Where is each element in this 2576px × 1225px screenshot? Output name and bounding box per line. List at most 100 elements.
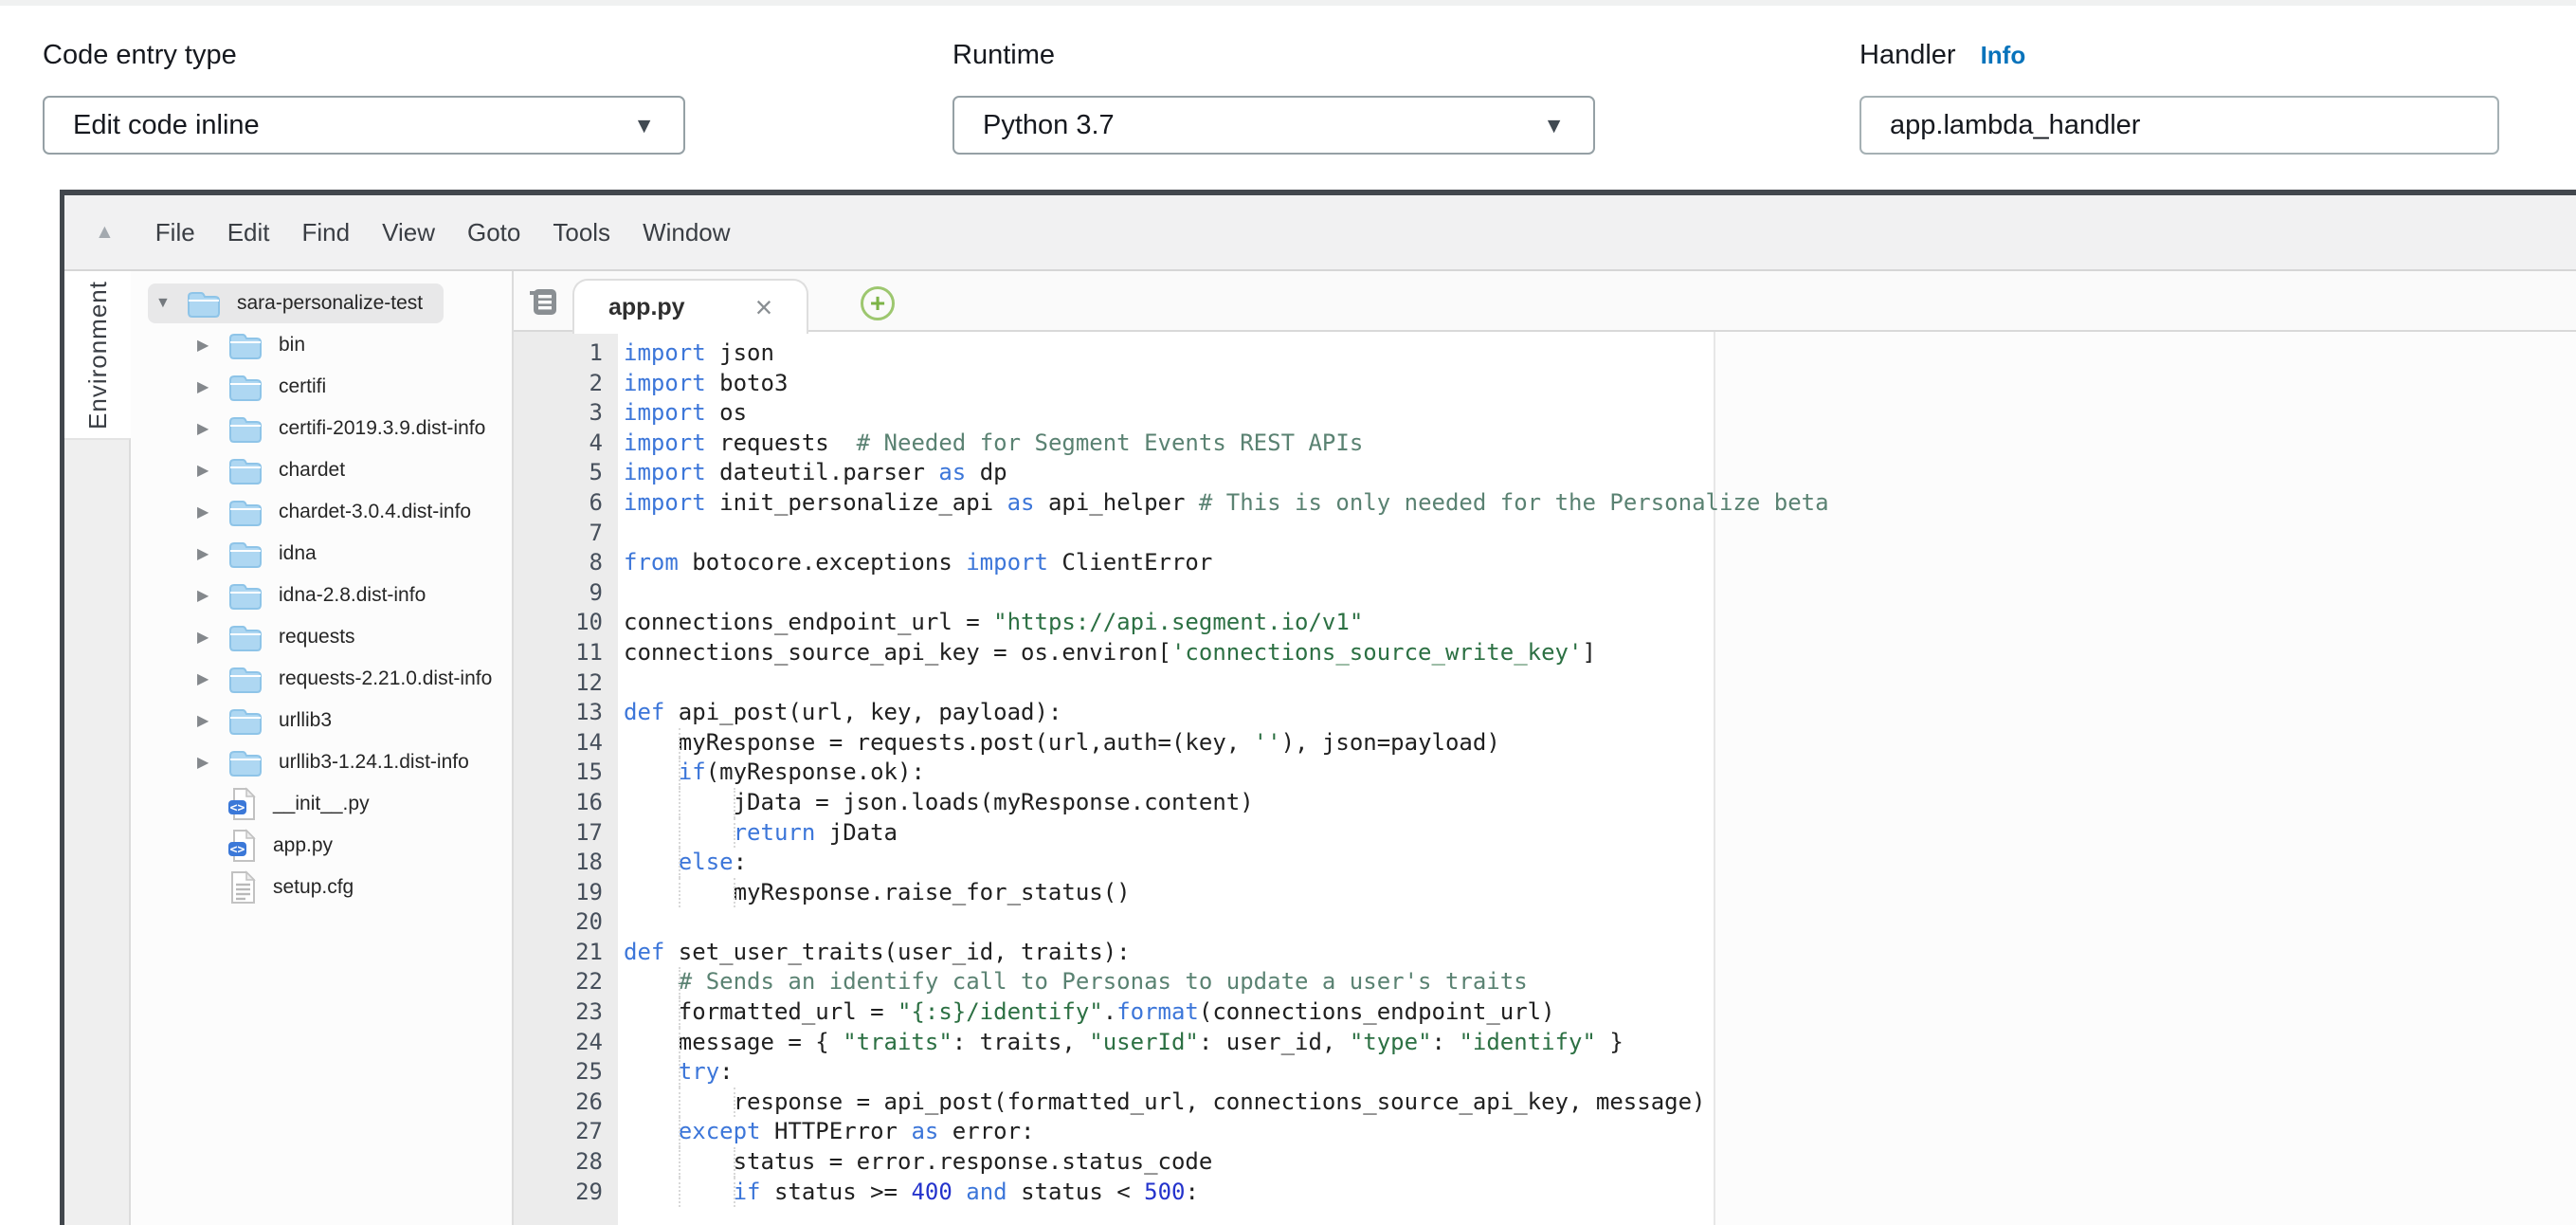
ide-window: ▲ FileEditFindViewGotoToolsWindow Enviro…: [60, 190, 2576, 1225]
tree-item-sara-personalize-test[interactable]: ▼ sara-personalize-test: [131, 283, 512, 324]
line-number: 15: [514, 758, 618, 788]
code-content: import jsonimport boto3import osimport r…: [618, 332, 2576, 1225]
chevron-right-icon[interactable]: ▶: [197, 586, 227, 605]
chevron-right-icon[interactable]: ▶: [197, 628, 227, 647]
line-number: 10: [514, 608, 618, 638]
tree-item-requests[interactable]: ▶ requests: [131, 616, 512, 658]
indent-guide: [679, 1028, 680, 1058]
code-line: import boto3: [624, 369, 2576, 399]
tree-item-idna[interactable]: ▶ idna: [131, 533, 512, 575]
tree-item-urllib3-1-24-1-dist-info[interactable]: ▶ urllib3-1.24.1.dist-info: [131, 741, 512, 783]
tree-item-chardet[interactable]: ▶ chardet: [131, 449, 512, 491]
indent-guide: [679, 728, 680, 759]
close-tab-icon[interactable]: ×: [755, 292, 773, 322]
tree-item-setup-cfg[interactable]: setup.cfg: [131, 867, 512, 908]
code-line: [624, 519, 2576, 549]
menubar-items: FileEditFindViewGotoToolsWindow: [139, 218, 747, 247]
line-number: 7: [514, 519, 618, 549]
tree-item-label: urllib3: [279, 709, 332, 732]
chevron-right-icon[interactable]: ▶: [197, 377, 227, 396]
indent-guide: [679, 818, 680, 849]
line-number: 26: [514, 1088, 618, 1118]
tree-item-chardet-3-0-4-dist-info[interactable]: ▶ chardet-3.0.4.dist-info: [131, 491, 512, 533]
menu-item-tools[interactable]: Tools: [536, 218, 626, 247]
folder-icon: [227, 748, 263, 777]
code-entry-type-select[interactable]: Edit code inline ▼: [43, 96, 685, 155]
tree-item-label: bin: [279, 334, 305, 357]
indent-guide: [679, 1117, 680, 1147]
code-line: import dateutil.parser as dp: [624, 458, 2576, 488]
tree-item-label: requests-2.21.0.dist-info: [279, 667, 492, 690]
handler-input[interactable]: app.lambda_handler: [1859, 96, 2499, 155]
menu-item-find[interactable]: Find: [286, 218, 367, 247]
handler-info-link[interactable]: Info: [1981, 41, 2026, 70]
runtime-field: Runtime Python 3.7 ▼: [952, 40, 1595, 155]
line-number: 13: [514, 698, 618, 728]
tree-item-urllib3[interactable]: ▶ urllib3: [131, 700, 512, 741]
line-number: 9: [514, 578, 618, 609]
indent-guide: [679, 1057, 680, 1088]
code-line: [624, 668, 2576, 699]
menu-item-view[interactable]: View: [366, 218, 451, 247]
line-number: 14: [514, 728, 618, 759]
collapse-editor-icon[interactable]: ▲: [95, 221, 115, 244]
chevron-right-icon[interactable]: ▶: [197, 419, 227, 438]
folder-icon: [186, 289, 222, 318]
tree-item-certifi-2019-3-9-dist-info[interactable]: ▶ certifi-2019.3.9.dist-info: [131, 408, 512, 449]
menu-item-edit[interactable]: Edit: [211, 218, 286, 247]
handler-value: app.lambda_handler: [1890, 110, 2140, 141]
code-line: status = error.response.status_code: [624, 1147, 2576, 1178]
tree-item-label: idna-2.8.dist-info: [279, 584, 426, 607]
indent-guide: [679, 878, 680, 908]
line-number: 25: [514, 1057, 618, 1088]
chevron-down-icon[interactable]: ▼: [155, 295, 186, 312]
sidebar-tab-environment[interactable]: Environment: [64, 271, 131, 438]
tree-item-init-py[interactable]: <>__init__.py: [131, 783, 512, 825]
tree-item-bin[interactable]: ▶ bin: [131, 324, 512, 366]
line-number: 18: [514, 848, 618, 878]
svg-text:<>: <>: [230, 843, 245, 857]
chevron-right-icon[interactable]: ▶: [197, 669, 227, 688]
chevron-right-icon[interactable]: ▶: [197, 544, 227, 563]
code-line: else:: [624, 848, 2576, 878]
environment-tab-label: Environment: [83, 281, 113, 430]
tree-item-idna-2-8-dist-info[interactable]: ▶ idna-2.8.dist-info: [131, 575, 512, 616]
code-line: def api_post(url, key, payload):: [624, 698, 2576, 728]
code-editor[interactable]: 1234567891011121314151617181920212223242…: [514, 332, 2576, 1225]
menu-item-window[interactable]: Window: [626, 218, 746, 247]
folder-icon: [227, 581, 263, 610]
code-line: if(myResponse.ok):: [624, 758, 2576, 788]
line-number: 5: [514, 458, 618, 488]
tree-item-certifi[interactable]: ▶ certifi: [131, 366, 512, 408]
code-line: import requests # Needed for Segment Eve…: [624, 429, 2576, 459]
menu-item-goto[interactable]: Goto: [451, 218, 536, 247]
line-number: 4: [514, 429, 618, 459]
menu-item-file[interactable]: File: [139, 218, 211, 247]
chevron-right-icon[interactable]: ▶: [197, 753, 227, 772]
line-number: 12: [514, 668, 618, 699]
folder-icon: [227, 456, 263, 485]
chevron-right-icon[interactable]: ▶: [197, 461, 227, 480]
line-number: 23: [514, 997, 618, 1028]
folder-icon: [227, 539, 263, 568]
tree-item-label: idna: [279, 542, 317, 565]
chevron-right-icon[interactable]: ▶: [197, 336, 227, 355]
folder-icon: [227, 665, 263, 693]
tree-item-label: sara-personalize-test: [237, 292, 423, 315]
chevron-right-icon[interactable]: ▶: [197, 711, 227, 730]
line-number: 2: [514, 369, 618, 399]
code-line: return jData: [624, 818, 2576, 849]
line-number: 19: [514, 878, 618, 908]
sidebar-strip-filler: [64, 438, 131, 1225]
tab-bar: app.py × +: [514, 271, 2576, 332]
chevron-right-icon[interactable]: ▶: [197, 503, 227, 521]
tree-item-app-py[interactable]: <>app.py: [131, 825, 512, 867]
tab-app-py[interactable]: app.py ×: [572, 279, 808, 334]
page: { "form": { "dropdown_arrow_icon": "▼", …: [0, 0, 2576, 1225]
folder-icon: [227, 706, 263, 735]
runtime-select[interactable]: Python 3.7 ▼: [952, 96, 1595, 155]
tree-item-requests-2-21-0-dist-info[interactable]: ▶ requests-2.21.0.dist-info: [131, 658, 512, 700]
indent-guide: [679, 758, 680, 788]
open-files-list-icon[interactable]: [527, 285, 559, 322]
new-tab-plus-icon[interactable]: +: [861, 286, 895, 320]
